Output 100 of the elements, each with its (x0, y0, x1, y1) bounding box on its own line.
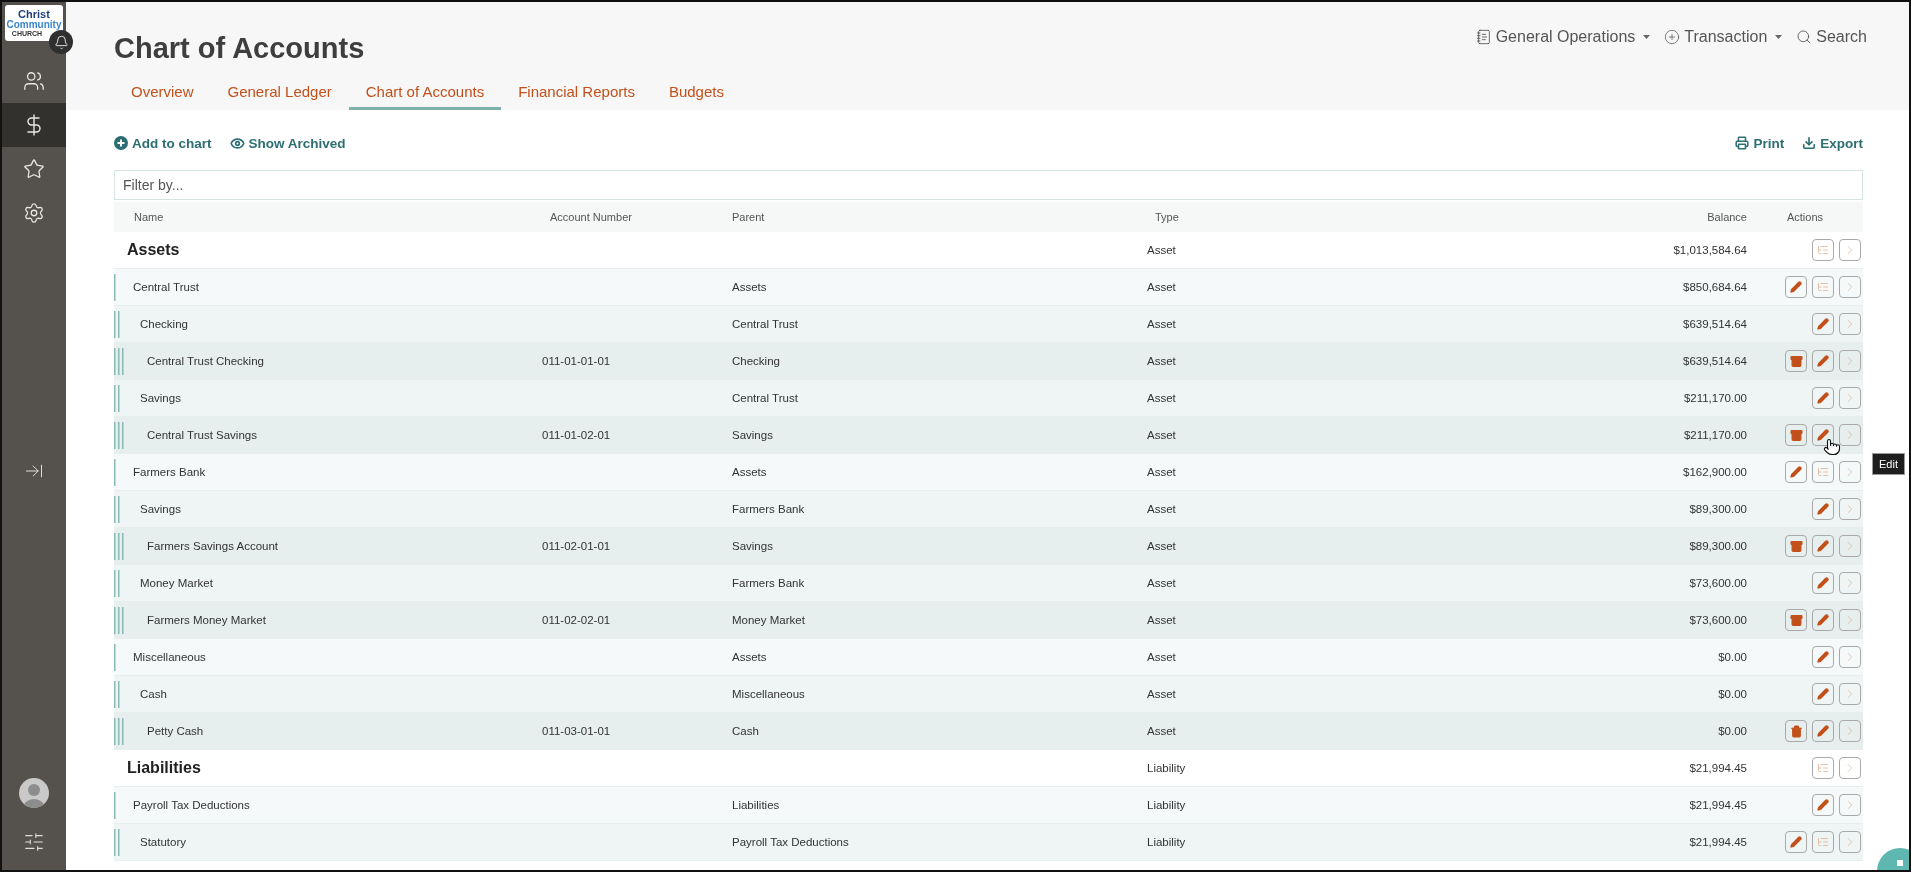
avatar[interactable] (19, 778, 49, 808)
archive-button[interactable] (1785, 535, 1807, 557)
add-to-chart-link[interactable]: Add to chart (114, 135, 212, 151)
edit-button[interactable] (1785, 276, 1807, 298)
edit-button[interactable] (1812, 387, 1834, 409)
account-type: Liability (1147, 836, 1187, 848)
subaccounts-button[interactable] (1812, 276, 1834, 298)
archive-button[interactable] (1785, 350, 1807, 372)
edit-button[interactable] (1812, 498, 1834, 520)
subaccounts-button[interactable] (1812, 831, 1834, 853)
print-link[interactable]: Print (1735, 135, 1785, 151)
edit-button[interactable] (1785, 461, 1807, 483)
account-name: Central Trust Savings (146, 429, 257, 441)
account-balance: $0.00 (1717, 725, 1747, 737)
subaccounts-button[interactable] (1812, 239, 1834, 261)
column-header: Parent (732, 211, 766, 223)
tree-level-lines (114, 791, 116, 819)
pencil-icon (1790, 836, 1802, 848)
open-button[interactable] (1839, 498, 1861, 520)
logo-text: Christ (18, 9, 50, 20)
edit-button[interactable] (1812, 609, 1834, 631)
pencil-icon (1817, 503, 1829, 515)
archive-button[interactable] (1785, 609, 1807, 631)
plus-circle-icon (114, 136, 128, 150)
edit-button[interactable] (1785, 831, 1807, 853)
search-button[interactable]: Search (1796, 28, 1867, 46)
column-header: Balance (1706, 211, 1747, 223)
finance-nav-item[interactable] (2, 103, 66, 147)
account-name: Savings (139, 392, 181, 404)
account-number: 011-01-02-01 (542, 429, 612, 441)
open-button[interactable] (1839, 683, 1861, 705)
pencil-icon (1817, 429, 1829, 441)
open-button[interactable] (1839, 313, 1861, 335)
edit-button[interactable] (1812, 683, 1834, 705)
account-balance: $162,900.00 (1682, 466, 1747, 478)
open-button[interactable] (1839, 572, 1861, 594)
subaccounts-button[interactable] (1812, 461, 1834, 483)
edit-button[interactable] (1812, 313, 1834, 335)
edit-button[interactable] (1812, 646, 1834, 668)
archive-icon (1789, 539, 1803, 553)
bell-icon (53, 34, 69, 50)
account-balance: $211,170.00 (1682, 392, 1747, 404)
archive-icon (1789, 354, 1803, 368)
pencil-icon (1817, 651, 1829, 663)
pencil-icon (1790, 281, 1802, 293)
list-tree-icon (1817, 281, 1829, 293)
subaccounts-button[interactable] (1812, 757, 1834, 779)
open-button[interactable] (1839, 535, 1861, 557)
account-name: Statutory (139, 836, 187, 848)
account-type: Liability (1147, 799, 1187, 811)
account-balance: $850,684.64 (1682, 281, 1747, 293)
tab[interactable]: Chart of Accounts (348, 79, 502, 110)
open-button[interactable] (1839, 720, 1861, 742)
open-button[interactable] (1839, 609, 1861, 631)
open-button[interactable] (1839, 276, 1861, 298)
account-type: Asset (1147, 466, 1177, 478)
parent-account: Assets (732, 281, 768, 293)
open-button[interactable] (1839, 239, 1861, 261)
tab[interactable]: Budgets (651, 79, 741, 110)
open-button[interactable] (1839, 757, 1861, 779)
parent-account: Savings (732, 429, 774, 441)
account-type: Asset (1147, 244, 1177, 256)
parent-account: Miscellaneous (732, 688, 806, 700)
edit-button[interactable] (1812, 350, 1834, 372)
open-button[interactable] (1839, 424, 1861, 446)
open-button[interactable] (1839, 387, 1861, 409)
search-icon (1796, 29, 1813, 45)
menu-dropdown[interactable]: General Operations (1475, 28, 1651, 46)
edit-button[interactable] (1812, 720, 1834, 742)
account-balance: $211,170.00 (1682, 429, 1747, 441)
filter-field[interactable]: Filter by... (114, 170, 1863, 200)
account-type: Asset (1147, 429, 1177, 441)
archive-icon (1789, 428, 1803, 442)
archive-button[interactable] (1785, 424, 1807, 446)
column-header: Account Number (549, 211, 633, 223)
open-button[interactable] (1839, 831, 1861, 853)
show-archived-link[interactable]: Show Archived (229, 135, 346, 151)
eye-icon (229, 135, 245, 151)
export-link[interactable]: Export (1802, 135, 1863, 151)
archive-icon (1789, 613, 1803, 627)
tree-level-lines (114, 273, 116, 301)
parent-account: Cash (732, 725, 760, 737)
account-name: Checking (139, 318, 188, 330)
parent-account: Farmers Bank (732, 577, 806, 589)
open-button[interactable] (1839, 350, 1861, 372)
tab[interactable]: Financial Reports (501, 79, 652, 110)
edit-button[interactable] (1812, 794, 1834, 816)
delete-button[interactable] (1785, 720, 1807, 742)
edit-button[interactable] (1812, 572, 1834, 594)
open-button[interactable] (1839, 461, 1861, 483)
tab[interactable]: General Ledger (210, 79, 349, 110)
open-button[interactable] (1839, 794, 1861, 816)
menu-dropdown[interactable]: Transaction (1664, 28, 1783, 46)
tab[interactable]: Overview (114, 79, 211, 110)
account-group-name: Assets (127, 241, 180, 259)
account-type: Asset (1147, 281, 1177, 293)
open-button[interactable] (1839, 646, 1861, 668)
parent-account: Central Trust (732, 318, 799, 330)
edit-button[interactable] (1812, 535, 1834, 557)
parent-account: Assets (732, 651, 768, 663)
